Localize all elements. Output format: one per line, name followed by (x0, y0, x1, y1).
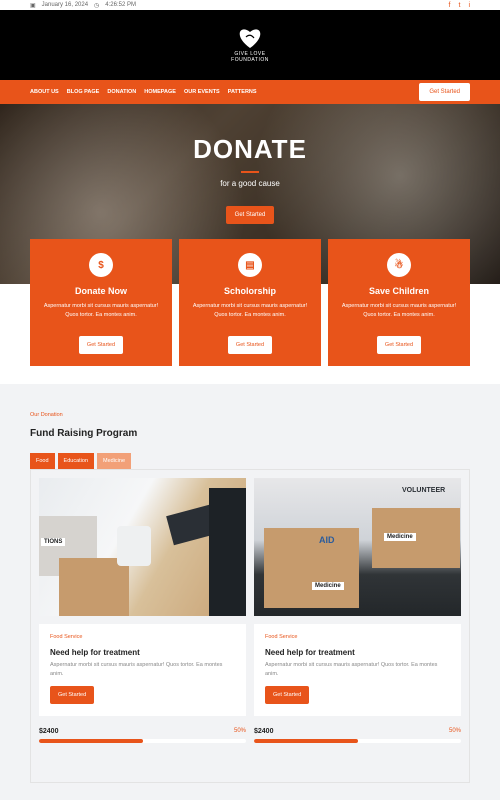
photo-label: Medicine (384, 533, 416, 541)
feature-cards: $ Donate Now Aspernatur morbi sit cursus… (30, 239, 470, 366)
instagram-icon[interactable]: i (468, 2, 470, 9)
feature-title: Donate Now (74, 286, 127, 296)
nav-item-patterns[interactable]: PATTERNS (228, 89, 257, 95)
nav-item-homepage[interactable]: HOMEPAGE (144, 89, 176, 95)
nav-item-our-events[interactable]: OUR EVENTS (184, 89, 220, 95)
tab-panel: TIONS Food Service Need help for treatme… (30, 469, 470, 783)
campaign-text: Aspernatur morbi sit cursus mauris asper… (265, 662, 438, 677)
date-text: January 16, 2024 (41, 2, 89, 8)
hero-get-started-button[interactable]: Get Started (225, 206, 275, 224)
heart-logo-icon[interactable] (237, 27, 263, 49)
campaign-category: Food Service (265, 634, 298, 640)
raised-amount: $2400 (39, 728, 59, 735)
site-header: GIVE LOVE FOUNDATION (0, 10, 500, 80)
raised-row: $2400 50% (39, 728, 246, 735)
section-title: Fund Raising Program (30, 428, 138, 439)
feature-card-scholarship: ▤ Scholorship Aspernatur morbi sit cursu… (179, 239, 321, 366)
feature-card-save-children: ☃ Save Children Aspernatur morbi sit cur… (328, 239, 470, 366)
time-text: 4:26:52 PM (105, 2, 136, 8)
tab-education[interactable]: Education (57, 453, 95, 469)
campaign-title: Need help for treatment (50, 648, 140, 657)
feature-text: Aspernatur morbi sit cursus mauris asper… (43, 303, 159, 318)
feature-get-started-button[interactable]: Get Started (78, 336, 124, 354)
feature-card-donate: $ Donate Now Aspernatur morbi sit cursus… (30, 239, 172, 366)
clock-icon: ◷ (94, 2, 100, 9)
photo-label: Medicine (312, 582, 344, 590)
calendar-icon: ▣ (30, 2, 36, 9)
category-tabs: Food Education Medicine (30, 453, 470, 469)
raised-row: $2400 50% (254, 728, 461, 735)
campaign-get-started-button[interactable]: Get Started (50, 686, 95, 704)
campaign-get-started-button[interactable]: Get Started (265, 686, 310, 704)
feature-text: Aspernatur morbi sit cursus mauris asper… (192, 303, 308, 318)
campaign-card: VOLUNTEER AID Medicine Medicine Food Ser… (254, 478, 461, 774)
campaign-photo: VOLUNTEER AID Medicine Medicine (254, 478, 461, 616)
photo-label: TIONS (41, 538, 66, 546)
nav-item-blog-page[interactable]: BLOG PAGE (67, 89, 100, 95)
raised-amount: $2400 (254, 728, 274, 735)
fundraising-section: Our Donation Fund Raising Program Food E… (0, 384, 500, 783)
nav-get-started-button[interactable]: Get Started (419, 83, 470, 101)
campaign-info: Food Service Need help for treatment Asp… (39, 624, 246, 716)
progress-fill (39, 739, 143, 743)
feature-get-started-button[interactable]: Get Started (376, 336, 422, 354)
twitter-icon[interactable]: t (458, 2, 460, 9)
campaign-card: TIONS Food Service Need help for treatme… (39, 478, 246, 774)
brand-tagline: FOUNDATION (231, 57, 269, 63)
progress-bar (254, 739, 461, 743)
raised-percent: 50% (233, 728, 246, 734)
feature-text: Aspernatur morbi sit cursus mauris asper… (341, 303, 457, 318)
campaign-category: Food Service (50, 634, 83, 640)
tab-food[interactable]: Food (30, 453, 55, 469)
topbar: ▣ January 16, 2024 ◷ 4:26:52 PM f t i (0, 0, 500, 10)
photo-label: VOLUNTEER (402, 487, 446, 494)
hero-subtitle: for a good cause (220, 179, 280, 188)
nav-item-donation[interactable]: DONATION (107, 89, 136, 95)
campaign-info: Food Service Need help for treatment Asp… (254, 624, 461, 716)
raised-percent: 50% (448, 728, 461, 734)
tab-medicine[interactable]: Medicine (97, 453, 132, 469)
progress-fill (254, 739, 358, 743)
main-nav: ABOUT US BLOG PAGE DONATION HOMEPAGE OUR… (0, 80, 500, 104)
feature-title: Scholorship (223, 286, 276, 296)
photo-label: AID (319, 535, 335, 545)
section-eyebrow: Our Donation (30, 412, 63, 418)
book-icon: ▤ (238, 253, 262, 277)
campaign-title: Need help for treatment (265, 648, 355, 657)
campaign-photo: TIONS (39, 478, 246, 616)
facebook-icon[interactable]: f (449, 2, 451, 9)
hero-divider (241, 171, 259, 173)
feature-get-started-button[interactable]: Get Started (227, 336, 273, 354)
feature-title: Save Children (368, 286, 430, 296)
campaign-text: Aspernatur morbi sit cursus mauris asper… (50, 662, 223, 677)
child-icon: ☃ (387, 253, 411, 277)
nav-item-about-us[interactable]: ABOUT US (30, 89, 59, 95)
progress-bar (39, 739, 246, 743)
hero-title: DONATE (193, 134, 307, 164)
dollar-icon: $ (89, 253, 113, 277)
